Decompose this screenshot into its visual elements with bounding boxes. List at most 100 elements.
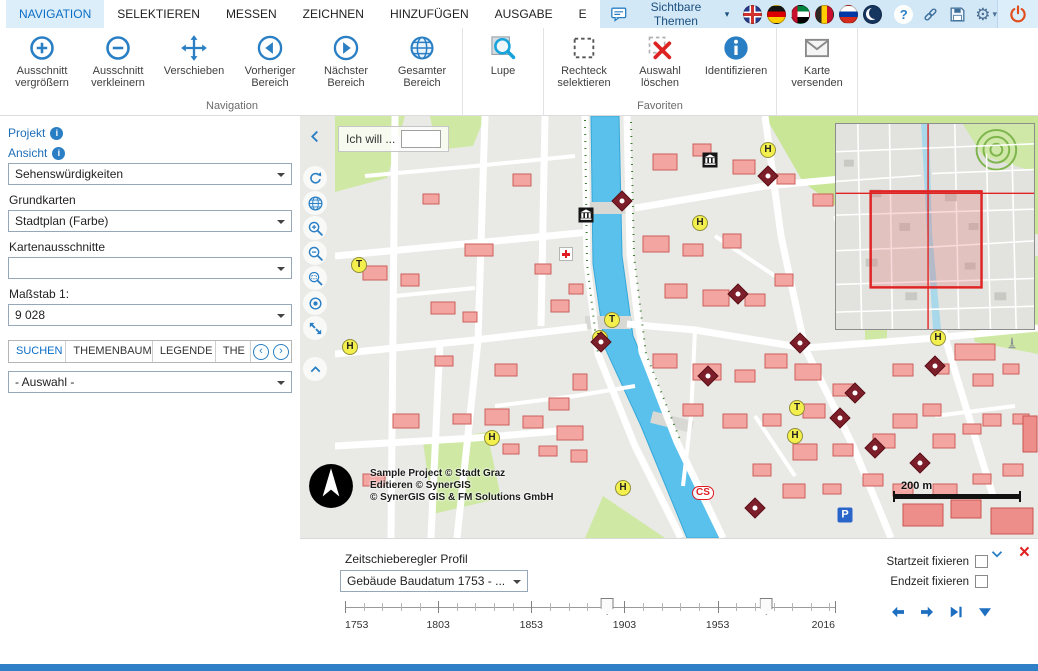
next-icon (332, 34, 360, 62)
step-back-button[interactable] (889, 603, 907, 621)
verschieben-button[interactable]: Verschieben (156, 30, 232, 100)
play-button[interactable] (947, 603, 965, 621)
stop-marker[interactable]: T (604, 312, 620, 328)
map-area: Ich will ... (300, 116, 1038, 538)
parking-marker[interactable]: P (838, 508, 853, 523)
flag-uk-icon[interactable] (743, 5, 762, 24)
stop-marker[interactable]: H (615, 480, 631, 496)
tab-selektieren[interactable]: SELEKTIEREN (104, 0, 213, 28)
settings-button[interactable]: ⚙▾ (975, 6, 997, 23)
tab-navigation[interactable]: NAVIGATION (6, 0, 104, 28)
monument-marker[interactable] (1005, 336, 1019, 350)
stop-marker[interactable]: H (692, 215, 708, 231)
north-arrow (308, 463, 354, 509)
slider-tick (699, 603, 700, 611)
rechteck-selektieren-button[interactable]: Rechteck selektieren (546, 30, 622, 100)
tab-scroll-left-button[interactable]: ‹ (253, 344, 269, 360)
gear-icon: ⚙ (975, 6, 990, 23)
mag-minus-button[interactable] (303, 241, 327, 265)
flag-ru-icon[interactable] (839, 5, 858, 24)
slider-handle-end[interactable] (760, 598, 773, 615)
chevron-up-button[interactable] (303, 357, 327, 381)
collapse-left-button[interactable] (303, 124, 327, 148)
auswahl-loeschen-button[interactable]: Auswahl löschen (622, 30, 698, 100)
sidebar-tab-suchen[interactable]: SUCHEN (9, 341, 66, 362)
ribbon-group: Ausschnitt vergrößernAusschnitt verklein… (2, 28, 463, 115)
stop-marker[interactable]: H (484, 430, 500, 446)
tab-scroll-right-button[interactable]: › (273, 344, 289, 360)
save-button[interactable] (948, 5, 967, 24)
rotate-reset-button[interactable] (303, 166, 327, 190)
info-icon[interactable]: i (50, 127, 63, 140)
power-zone (997, 0, 1038, 28)
overview-map[interactable] (835, 123, 1035, 330)
sidebar-tab-legende[interactable]: LEGENDE (153, 341, 216, 362)
view-select[interactable]: Sehenswürdigkeiten (8, 163, 292, 185)
stop-marker[interactable]: H (930, 330, 946, 346)
map-column: Ich will ... (300, 116, 1038, 664)
expand-diagonal-button[interactable] (303, 316, 327, 340)
scale-select[interactable]: 9 028 (8, 304, 292, 326)
slider-year-label: 1903 (613, 619, 636, 631)
pharmacy-marker[interactable] (559, 247, 573, 261)
extents-label: Kartenausschnitte (9, 240, 292, 254)
ribbon-group-caption: Navigation (4, 100, 460, 115)
identifizieren-button[interactable]: Identifizieren (698, 30, 774, 100)
gesamter-bereich-button[interactable]: Gesamter Bereich (384, 30, 460, 100)
ich-will-input[interactable] (401, 130, 441, 148)
link-button[interactable] (921, 5, 940, 24)
slider-tick (494, 603, 495, 611)
flag-ae-icon[interactable] (791, 5, 810, 24)
flag-crescent-icon[interactable] (863, 5, 882, 24)
fix-end-checkbox[interactable] (975, 575, 988, 588)
flag-de-icon[interactable] (767, 5, 786, 24)
stop-marker[interactable]: H (787, 428, 803, 444)
museum-marker[interactable] (579, 208, 594, 223)
scale-label: Maßstab 1: (9, 287, 292, 301)
collapse-panel-button[interactable] (988, 545, 1006, 563)
flag-be-icon[interactable] (815, 5, 834, 24)
tab-messen[interactable]: MESSEN (213, 0, 290, 28)
mag-plus-button[interactable] (303, 216, 327, 240)
tab-zeichnen[interactable]: ZEICHNEN (290, 0, 377, 28)
stop-marker[interactable]: T (789, 400, 805, 416)
globe-button[interactable] (303, 191, 327, 215)
top-bar: NAVIGATIONSELEKTIERENMESSENZEICHNENHINZU… (0, 0, 1038, 28)
museum-marker[interactable] (703, 153, 718, 168)
ausschnitt-vergroessern-button[interactable]: Ausschnitt vergrößern (4, 30, 80, 100)
stop-marker[interactable]: H (342, 339, 358, 355)
close-panel-button[interactable]: × (1019, 543, 1030, 562)
tab-e[interactable]: E (566, 0, 600, 28)
stop-marker[interactable]: H (760, 142, 776, 158)
button-label: Nächster Bereich (308, 65, 384, 89)
attribution-line: Sample Project © Stadt Graz (370, 468, 554, 480)
naechster-bereich-button[interactable]: Nächster Bereich (308, 30, 384, 100)
sidebar-tab-themenbaum[interactable]: THEMENBAUM (66, 341, 152, 362)
sidebar-tab-the[interactable]: THE (216, 341, 251, 362)
extents-select[interactable] (8, 257, 292, 279)
help-button[interactable]: ? (894, 5, 913, 24)
step-forward-button[interactable] (918, 603, 936, 621)
target-button[interactable] (303, 291, 327, 315)
tab-ausgabe[interactable]: AUSGABE (482, 0, 566, 28)
tab-hinzufuegen[interactable]: HINZUFÜGEN (377, 0, 482, 28)
stop-marker[interactable]: T (351, 257, 367, 273)
karte-versenden-button[interactable]: Karte versenden (779, 30, 855, 100)
slider-handle-start[interactable] (601, 598, 614, 615)
slider-tick (569, 603, 570, 611)
time-profile-select[interactable]: Gebäude Baudatum 1753 - ... (340, 570, 528, 592)
zoom-out-icon (104, 34, 132, 62)
mag-window-button[interactable] (303, 266, 327, 290)
selection-select[interactable]: - Auswahl - (8, 371, 292, 393)
mag-minus-icon (307, 245, 324, 262)
visible-themes-button[interactable]: Sichtbare Themen ▾ (610, 0, 730, 28)
fix-start-checkbox[interactable] (975, 555, 988, 568)
ausschnitt-verkleinern-button[interactable]: Ausschnitt verkleinern (80, 30, 156, 100)
info-icon[interactable]: i (52, 147, 65, 160)
vorheriger-bereich-button[interactable]: Vorheriger Bereich (232, 30, 308, 100)
lupe-button[interactable]: Lupe (465, 30, 541, 100)
poi-text-marker[interactable]: CS (692, 486, 714, 500)
jump-end-button[interactable] (976, 603, 994, 621)
logout-button[interactable] (1008, 4, 1028, 24)
basemap-select[interactable]: Stadtplan (Farbe) (8, 210, 292, 232)
